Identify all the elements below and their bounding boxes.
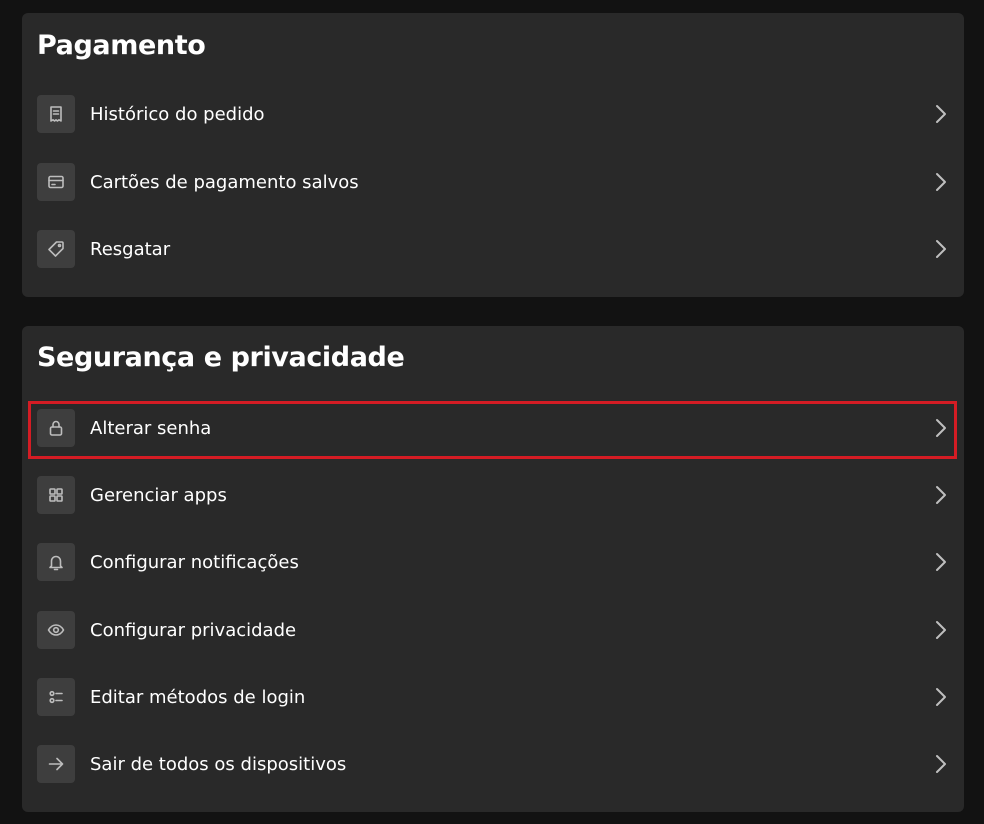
menu-item-label: Alterar senha — [90, 417, 212, 439]
eye-icon — [37, 611, 75, 649]
chevron-right-icon — [932, 102, 950, 126]
menu-item-sign-out-all-devices[interactable]: Sair de todos os dispositivos — [22, 734, 964, 794]
receipt-icon — [37, 95, 75, 133]
menu-item-label: Configurar privacidade — [90, 619, 297, 641]
chevron-right-icon — [932, 685, 950, 709]
security-section-title: Segurança e privacidade — [37, 342, 405, 373]
security-privacy-section: Segurança e privacidade Alterar senha Ge… — [22, 326, 964, 812]
menu-item-label: Cartões de pagamento salvos — [90, 171, 359, 193]
bell-icon — [37, 543, 75, 581]
credit-card-icon — [37, 163, 75, 201]
menu-item-label: Resgatar — [90, 238, 171, 260]
menu-item-edit-login-methods[interactable]: Editar métodos de login — [22, 667, 964, 727]
arrow-right-icon — [37, 745, 75, 783]
menu-item-label: Sair de todos os dispositivos — [90, 753, 347, 775]
menu-item-notification-settings[interactable]: Configurar notificações — [22, 532, 964, 592]
chevron-right-icon — [932, 237, 950, 261]
chevron-right-icon — [932, 416, 950, 440]
list-icon — [37, 678, 75, 716]
menu-item-change-password[interactable]: Alterar senha — [22, 398, 964, 458]
lock-icon — [37, 409, 75, 447]
menu-item-manage-apps[interactable]: Gerenciar apps — [22, 465, 964, 525]
chevron-right-icon — [932, 752, 950, 776]
menu-item-redeem[interactable]: Resgatar — [22, 219, 964, 279]
chevron-right-icon — [932, 170, 950, 194]
chevron-right-icon — [932, 618, 950, 642]
menu-item-label: Gerenciar apps — [90, 484, 227, 506]
menu-item-saved-cards[interactable]: Cartões de pagamento salvos — [22, 152, 964, 212]
menu-item-label: Editar métodos de login — [90, 686, 306, 708]
tag-icon — [37, 230, 75, 268]
chevron-right-icon — [932, 550, 950, 574]
menu-item-label: Configurar notificações — [90, 551, 299, 573]
grid-icon — [37, 476, 75, 514]
menu-item-order-history[interactable]: Histórico do pedido — [22, 84, 964, 144]
menu-item-privacy-settings[interactable]: Configurar privacidade — [22, 600, 964, 660]
menu-item-label: Histórico do pedido — [90, 103, 265, 125]
chevron-right-icon — [932, 483, 950, 507]
payment-section: Pagamento Histórico do pedido Cartões de… — [22, 13, 964, 297]
payment-section-title: Pagamento — [37, 30, 206, 61]
